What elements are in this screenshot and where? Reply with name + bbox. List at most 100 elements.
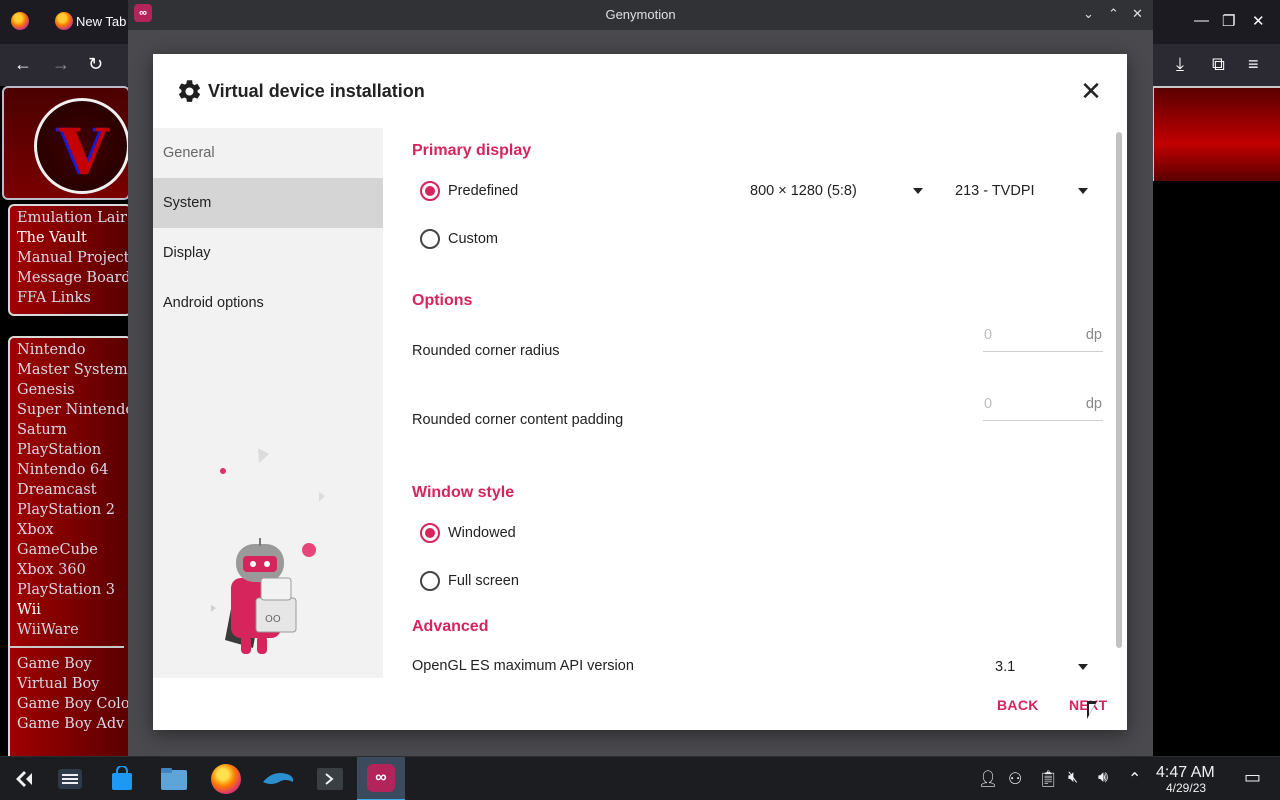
firefox-icon[interactable] — [11, 12, 29, 30]
site-link[interactable]: The Vault — [17, 228, 130, 248]
site-link[interactable]: Wii — [17, 600, 130, 620]
corner-radius-value: 0 — [984, 327, 993, 343]
dialog-close-button[interactable]: ✕ — [1079, 78, 1103, 104]
clock-time[interactable]: 4:47 AM — [1156, 764, 1215, 782]
tab-favicon-icon — [55, 12, 73, 30]
radio-label: Full screen — [448, 573, 519, 589]
genymotion-taskbar-icon[interactable]: ∞ — [357, 757, 405, 800]
chevron-up-icon[interactable]: ⌃ — [1128, 769, 1141, 789]
mascot-illustration: OO — [211, 448, 325, 654]
download-icon[interactable]: ⤓ — [1176, 54, 1184, 75]
radio-predefined[interactable]: Predefined — [420, 181, 518, 201]
forward-arrow-icon[interactable]: → — [52, 54, 70, 75]
site-link[interactable]: PlayStation — [17, 440, 130, 460]
radio-full-screen[interactable]: Full screen — [420, 571, 519, 591]
svg-text:OO: OO — [265, 614, 281, 625]
file-manager-icon[interactable] — [150, 757, 198, 800]
mouse-cursor-fill — [1089, 704, 1095, 715]
terminal-icon[interactable] — [306, 757, 354, 800]
user-icon[interactable]: 👤︎ — [978, 769, 998, 789]
corner-padding-label: Rounded corner content padding — [412, 412, 624, 428]
content-scrollbar[interactable] — [1115, 128, 1123, 678]
site-link[interactable]: GameCube — [17, 540, 130, 560]
nav-item-general[interactable]: General — [153, 128, 383, 178]
site-link[interactable]: Super Nintendo — [17, 400, 134, 420]
site-link[interactable]: WiiWare — [17, 620, 130, 640]
menu-divider — [10, 646, 124, 648]
system-settings-icon[interactable] — [46, 757, 94, 800]
app-launcher-icon[interactable] — [0, 757, 48, 800]
radio-icon — [420, 523, 440, 543]
radio-label: Windowed — [448, 525, 516, 541]
restore-icon[interactable]: ❐ — [1222, 12, 1235, 30]
chevron-down-icon[interactable]: ⌄ — [1083, 6, 1094, 22]
corner-radius-label: Rounded corner radius — [412, 343, 560, 359]
site-link[interactable]: Xbox — [17, 520, 130, 540]
nav-item-display[interactable]: Display — [153, 228, 383, 278]
reload-icon[interactable]: ↻ — [88, 54, 103, 75]
resolution-select[interactable]: 800 × 1280 (5:8) — [750, 179, 925, 203]
minimize-icon[interactable]: — — [1194, 12, 1209, 29]
site-link[interactable]: Game Boy — [17, 654, 130, 674]
site-link[interactable]: Master System — [17, 360, 130, 380]
opengl-version-select[interactable]: 3.1 — [995, 655, 1090, 679]
site-link[interactable]: Nintendo — [17, 340, 130, 360]
site-link[interactable]: PlayStation 3 — [17, 580, 130, 600]
site-menu-systems: Nintendo Master System Genesis Super Nin… — [8, 336, 136, 761]
dropdown-caret-icon — [1078, 188, 1088, 194]
site-link[interactable]: Manual Project — [17, 248, 130, 268]
radio-custom[interactable]: Custom — [420, 229, 498, 249]
site-link[interactable]: FFA Links — [17, 288, 130, 308]
close-icon[interactable]: ✕ — [1132, 6, 1143, 22]
section-advanced: Advanced — [412, 618, 489, 635]
site-link[interactable]: PlayStation 2 — [17, 500, 130, 520]
radio-windowed[interactable]: Windowed — [420, 523, 516, 543]
density-value: 213 - TVDPI — [955, 183, 1035, 199]
muted-speaker-icon[interactable]: 🔇︎ — [1068, 769, 1078, 787]
site-link[interactable]: Genesis — [17, 380, 130, 400]
site-link[interactable]: Game Boy Color — [17, 694, 136, 714]
dialog-title: Virtual device installation — [208, 81, 425, 101]
nav-item-android-options[interactable]: Android options — [153, 278, 383, 328]
site-link[interactable]: Virtual Boy — [17, 674, 130, 694]
section-options: Options — [412, 292, 473, 309]
unit-label: dp — [1085, 327, 1102, 343]
site-link[interactable]: Emulation Lair — [17, 208, 130, 228]
corner-radius-input[interactable]: 0 dp — [983, 322, 1103, 352]
dolphin-emulator-icon[interactable] — [254, 757, 302, 800]
back-button[interactable]: BACK — [997, 697, 1039, 713]
site-logo[interactable]: V — [2, 86, 130, 200]
clock-date[interactable]: 4/29/23 — [1166, 781, 1206, 795]
site-link[interactable]: Message Boards — [17, 268, 138, 288]
genymotion-title: Genymotion — [605, 7, 676, 22]
firefox-taskbar-icon[interactable] — [202, 757, 250, 800]
tab-title[interactable]: New Tab — [76, 14, 126, 29]
show-desktop-icon[interactable]: ▭ — [1244, 767, 1261, 788]
site-banner-red — [1152, 86, 1280, 181]
site-link[interactable]: Nintendo 64 — [17, 460, 130, 480]
close-icon[interactable]: ✕ — [1252, 12, 1265, 30]
accounts-icon[interactable]: ⚇ — [1008, 769, 1022, 789]
chevron-up-icon[interactable]: ⌃ — [1108, 6, 1119, 22]
taskbar: ∞ 👤︎ ⚇ 📋︎ 🔇︎ 🔊︎ ⌃ ▭ — [0, 756, 1280, 800]
clipboard-icon[interactable]: 📋︎ — [1038, 769, 1058, 789]
density-select[interactable]: 213 - TVDPI — [955, 179, 1090, 203]
resolution-value: 800 × 1280 (5:8) — [750, 183, 857, 199]
site-link[interactable]: Dreamcast — [17, 480, 130, 500]
extensions-icon[interactable]: ⧉ — [1212, 54, 1225, 75]
corner-padding-input[interactable]: 0 dp — [983, 391, 1103, 421]
opengl-label: OpenGL ES maximum API version — [412, 658, 634, 674]
site-link[interactable]: Xbox 360 — [17, 560, 130, 580]
volume-icon[interactable]: 🔊︎ — [1098, 769, 1108, 787]
site-link[interactable]: Saturn — [17, 420, 130, 440]
dropdown-caret-icon — [1078, 664, 1088, 670]
scrollbar-thumb[interactable] — [1116, 132, 1122, 648]
radio-icon — [420, 571, 440, 591]
opengl-version-value: 3.1 — [995, 659, 1016, 675]
back-arrow-icon[interactable]: ← — [14, 54, 32, 75]
nav-item-system[interactable]: System — [153, 178, 383, 228]
site-link[interactable]: Game Boy Adv — [17, 714, 130, 734]
discover-store-icon[interactable] — [98, 757, 146, 800]
menu-icon[interactable]: ≡ — [1248, 54, 1259, 75]
dropdown-caret-icon — [913, 188, 923, 194]
